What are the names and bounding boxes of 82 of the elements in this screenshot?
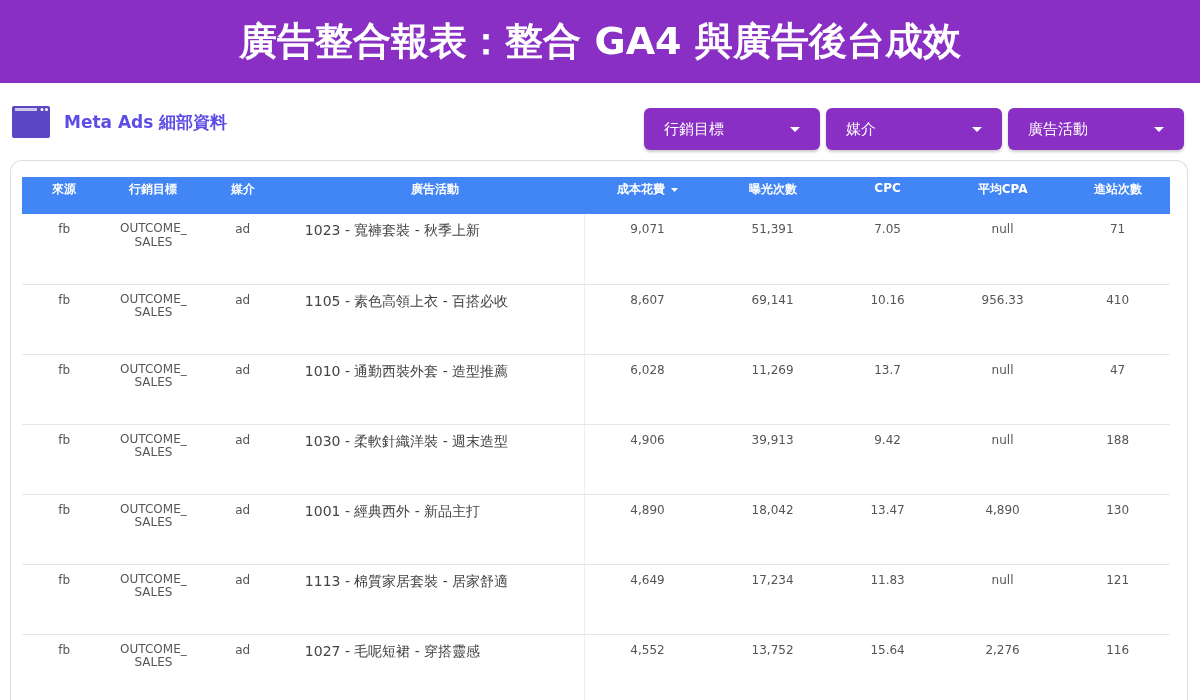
table-cell: 1105 - 素色高領上衣 - 百搭必收 xyxy=(304,292,509,309)
table-cell: 1113 - 棉質家居套裝 - 居家舒適 xyxy=(304,572,509,589)
table-cell-text: OUTCOME_SALES xyxy=(119,642,188,671)
table-cell: 1023 - 寬褲套裝 - 秋季上新 xyxy=(304,222,481,239)
table-cell: 1027 - 毛呢短裙 - 穿搭靈感 xyxy=(304,642,481,659)
table-cell: 130 xyxy=(1106,503,1130,518)
table-cell: 1030 - 柔軟針織洋裝 - 週末造型 xyxy=(304,432,509,449)
filter-dropdown[interactable]: 媒介 xyxy=(826,108,1002,150)
filter-dropdown[interactable]: 行銷目標 xyxy=(644,108,820,150)
column-header[interactable]: 來源 xyxy=(52,181,77,198)
table-cell: 7.05 xyxy=(874,223,901,237)
table-cell: 10.16 xyxy=(870,293,905,308)
table-cell: 121 xyxy=(1106,573,1130,588)
table-cell: 13.7 xyxy=(874,363,901,378)
table-cell: 13.47 xyxy=(870,503,905,518)
column-header[interactable]: 進站次數 xyxy=(1093,181,1142,198)
table-cell: fb xyxy=(58,293,70,308)
table-cell: ad xyxy=(235,573,251,588)
table-cell: 9.42 xyxy=(874,433,901,448)
sort-caret-icon xyxy=(670,187,678,192)
column-header[interactable]: 行銷目標 xyxy=(129,181,178,198)
table-cell: null xyxy=(991,363,1014,378)
table-cell: 39,913 xyxy=(751,433,794,448)
column-header[interactable]: 廣告活動 xyxy=(410,181,459,198)
table-cell: fb xyxy=(58,363,70,378)
table-cell: fb xyxy=(58,433,70,448)
table-cell: 69,141 xyxy=(751,293,794,308)
table-cell: 8,607 xyxy=(630,293,665,308)
table-cell: fb xyxy=(58,503,70,518)
table-cell: 188 xyxy=(1106,433,1130,448)
table-cell-text: OUTCOME_SALES xyxy=(119,222,188,250)
column-header[interactable]: 曝光次數 xyxy=(748,181,797,198)
table-cell: 18,042 xyxy=(751,503,794,518)
caret-icon xyxy=(790,126,800,132)
column-header[interactable]: CPC xyxy=(874,181,901,195)
table-cell: 51,391 xyxy=(751,223,794,237)
column-header[interactable]: 媒介 xyxy=(230,181,255,198)
table-cell-text: OUTCOME_SALES xyxy=(119,292,188,321)
table-cell: ad xyxy=(235,223,251,237)
table-cell: 6,028 xyxy=(630,363,665,378)
table-cell: ad xyxy=(235,643,251,658)
table-cell-text: OUTCOME_SALES xyxy=(119,572,188,601)
table-cell: 1010 - 通勤西裝外套 - 造型推薦 xyxy=(304,362,509,379)
table-cell: null xyxy=(991,573,1014,588)
table-cell-text: OUTCOME_SALES xyxy=(119,432,188,461)
table-cell: 4,552 xyxy=(630,643,665,658)
table-cell-text: OUTCOME_SALES xyxy=(119,362,188,391)
table-cell: 410 xyxy=(1106,293,1130,308)
table-cell: 956.33 xyxy=(981,293,1024,308)
table-cell: ad xyxy=(235,363,251,378)
table-cell: 17,234 xyxy=(751,573,794,588)
table-cell: ad xyxy=(235,433,251,448)
column-header[interactable]: 成本花費 xyxy=(616,181,678,198)
section-title: Meta Ads 細部資料 xyxy=(64,110,228,134)
table-cell-text: OUTCOME_SALES xyxy=(119,502,188,531)
table-cell: 13,752 xyxy=(751,643,794,658)
table-cell: ad xyxy=(235,293,251,308)
table-cell: fb xyxy=(58,573,70,588)
table-cell: fb xyxy=(58,643,70,658)
table-cell: ad xyxy=(235,503,251,518)
browser-window-icon xyxy=(12,106,50,138)
table-cell: 11.83 xyxy=(870,573,905,588)
table-cell: 4,906 xyxy=(630,433,665,448)
caret-icon xyxy=(1154,126,1164,132)
table-cell: 4,890 xyxy=(985,503,1020,518)
table-cell: 2,276 xyxy=(985,643,1020,658)
caret-icon xyxy=(972,126,982,132)
table-cell: 9,071 xyxy=(630,223,665,237)
table-cell: 4,649 xyxy=(630,573,665,588)
table-cell: 1001 - 經典西外 - 新品主打 xyxy=(304,502,481,519)
table-cell: 47 xyxy=(1109,363,1126,378)
column-header[interactable]: 平均CPA xyxy=(977,181,1028,198)
table-cell: 4,890 xyxy=(630,503,665,518)
banner-title: 廣告整合報表：整合 GA4 與廣告後台成效 xyxy=(239,18,961,65)
table-cell: null xyxy=(991,223,1014,237)
table-cell: 116 xyxy=(1106,643,1130,658)
table-cell: fb xyxy=(58,223,70,237)
filter-dropdown[interactable]: 廣告活動 xyxy=(1008,108,1184,150)
table-cell: 11,269 xyxy=(751,363,794,378)
table-cell: 15.64 xyxy=(870,643,905,658)
table-cell: null xyxy=(991,433,1014,448)
table-cell: 71 xyxy=(1109,223,1126,237)
